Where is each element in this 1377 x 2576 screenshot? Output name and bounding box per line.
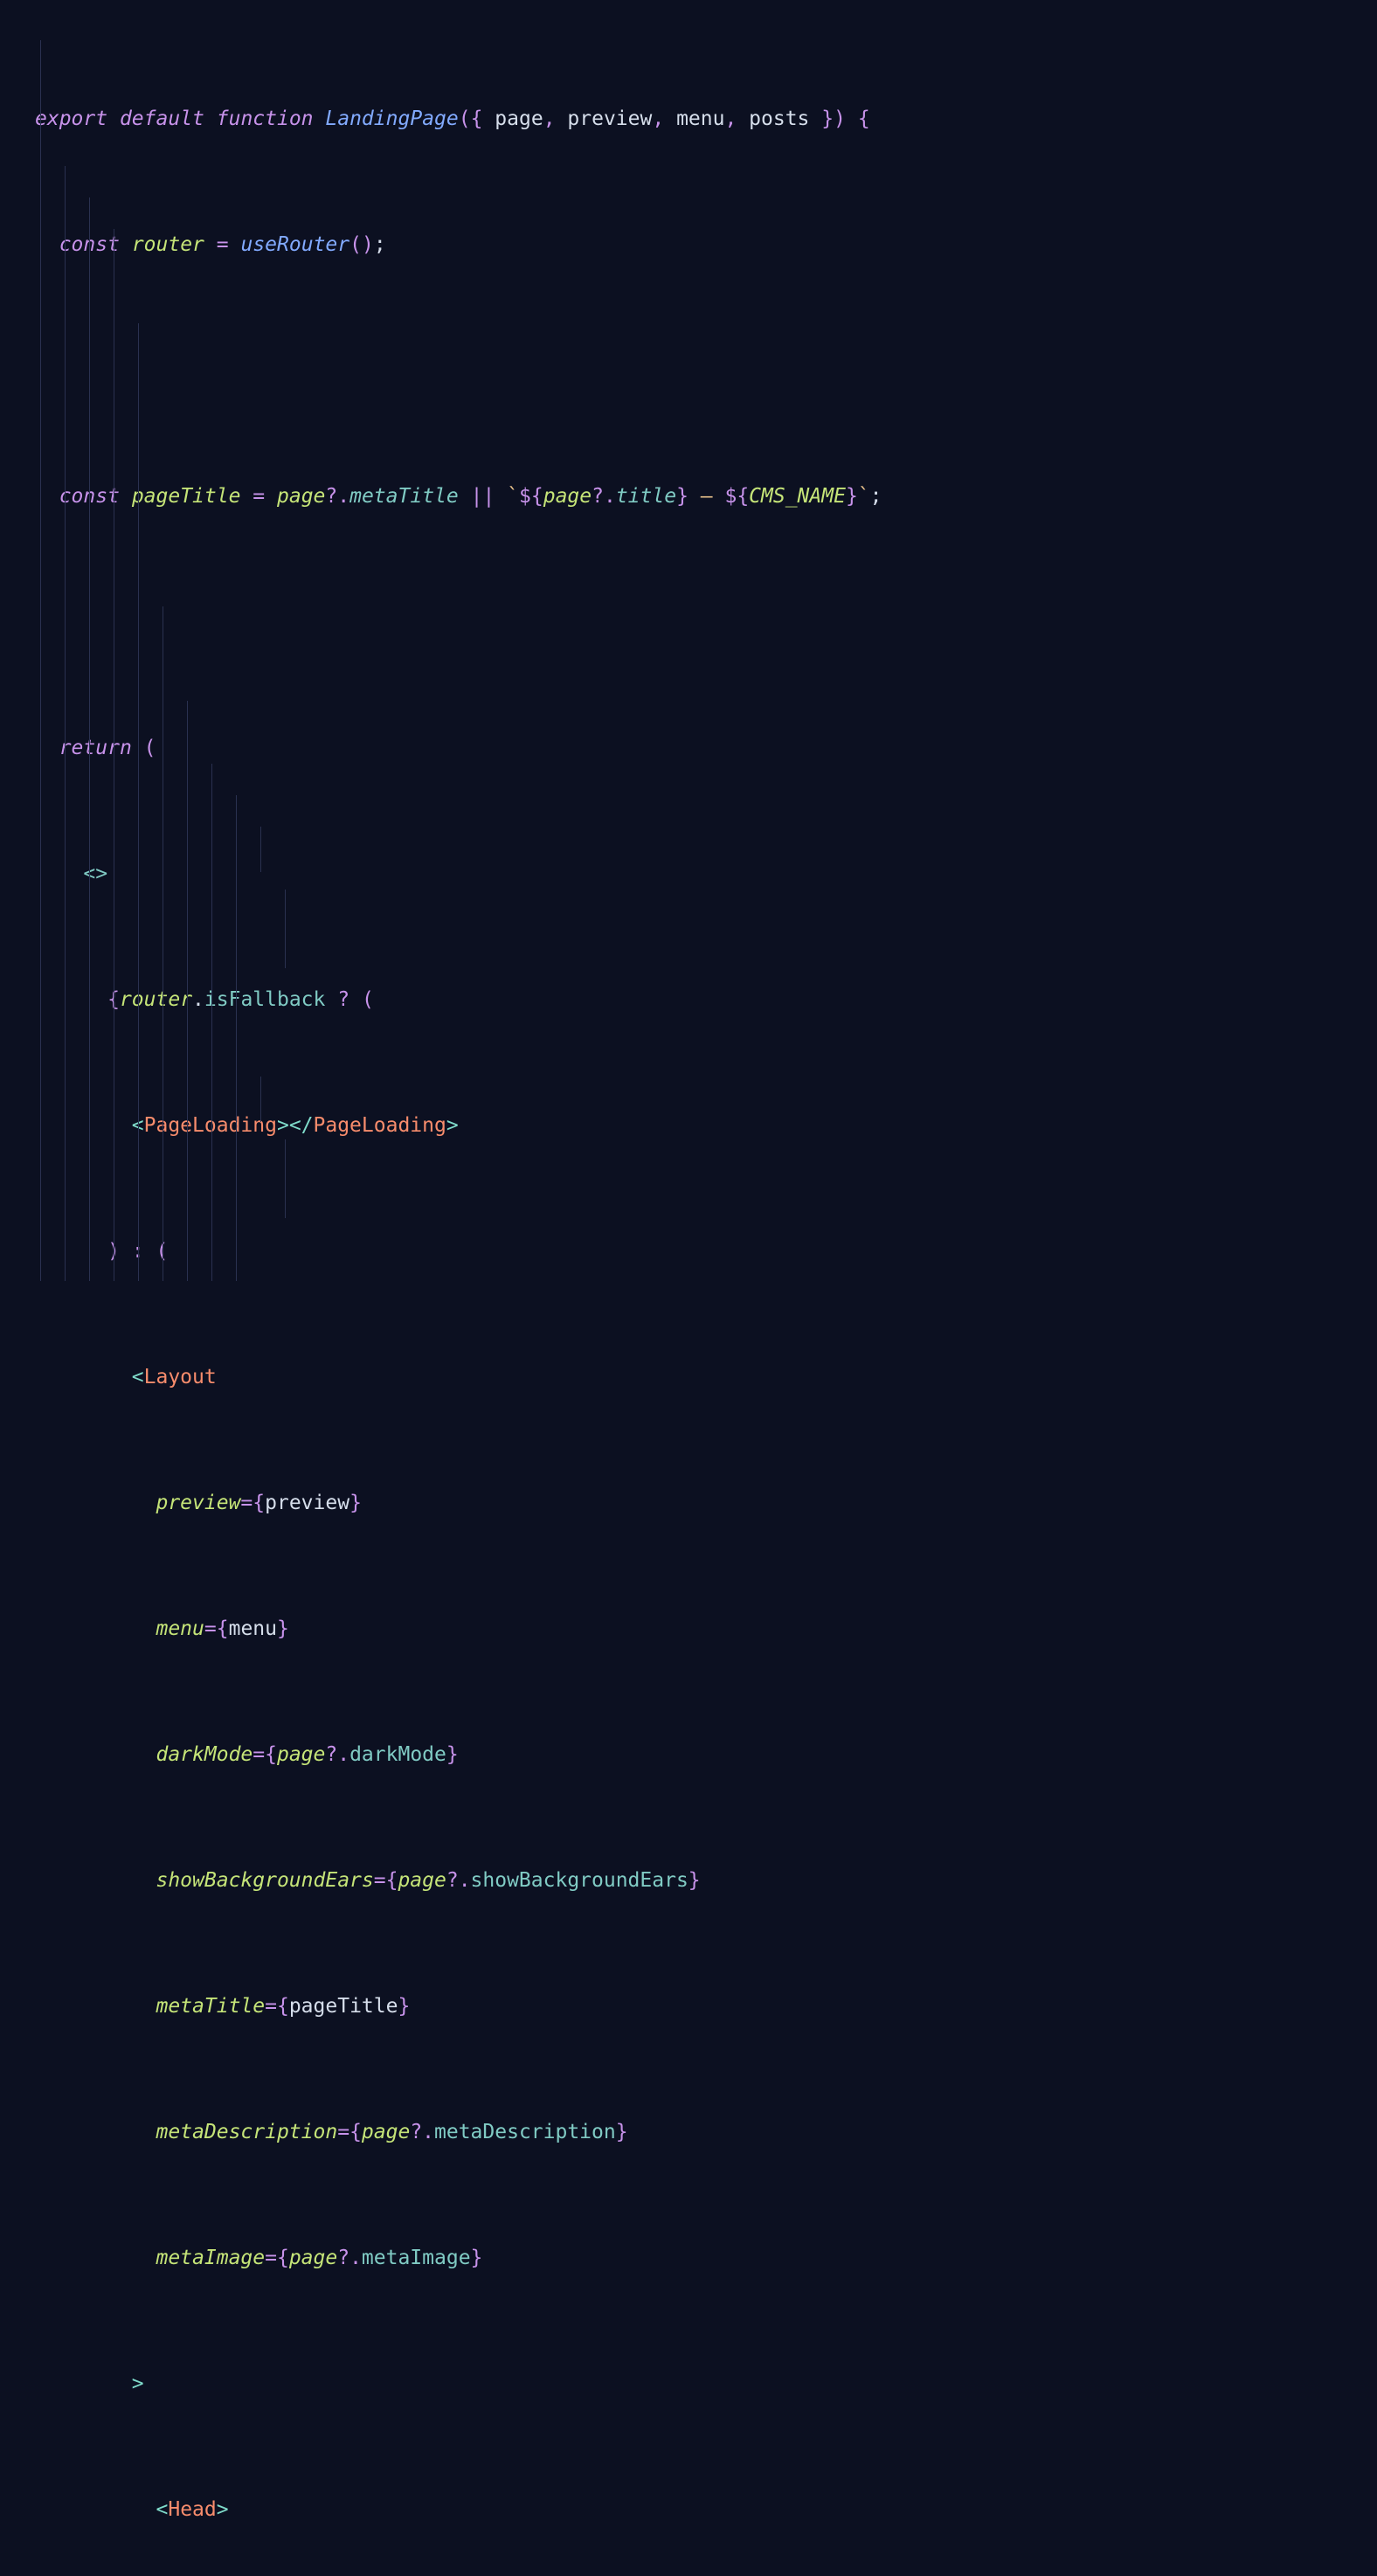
indent-guide	[138, 323, 139, 1281]
code-line: {router.isFallback ? (	[107, 988, 374, 1011]
code-line: <Layout	[131, 1366, 217, 1388]
indent-guide	[260, 827, 261, 872]
code-line: >	[131, 2372, 144, 2395]
indent-guide	[236, 795, 237, 1281]
code-line: <Head>	[156, 2498, 229, 2521]
indent-guide	[260, 1077, 261, 1122]
code-line: metaImage={page?.metaImage}	[156, 2247, 483, 2269]
code-line: return (	[59, 737, 156, 759]
code-line: export default function LandingPage({ pa…	[35, 107, 870, 130]
code-line: const pageTitle = page?.metaTitle || `${…	[59, 485, 882, 508]
code-line: <PageLoading></PageLoading>	[132, 1114, 459, 1137]
indent-guide	[285, 890, 286, 968]
indent-guide	[65, 166, 66, 1281]
indent-guide	[187, 701, 188, 1281]
code-line: showBackgroundEars={page?.showBackground…	[156, 1869, 701, 1892]
code-editor-content[interactable]: export default function LandingPage({ pa…	[0, 0, 1377, 2576]
indent-guide	[285, 1139, 286, 1218]
code-line: metaDescription={page?.metaDescription}	[156, 2121, 628, 2143]
indent-guide	[211, 764, 212, 1281]
code-line: preview={preview}	[156, 1492, 362, 1514]
indent-guide	[40, 40, 41, 1281]
code-line: darkMode={page?.darkMode}	[156, 1743, 459, 1766]
code-line: const router = useRouter();	[59, 233, 386, 256]
code-line: menu={menu}	[156, 1617, 289, 1640]
code-line: metaTitle={pageTitle}	[156, 1995, 411, 2018]
indent-guide	[89, 197, 90, 1281]
code-line: ) : (	[0, 1236, 1377, 1267]
code-line: <>	[83, 862, 108, 885]
